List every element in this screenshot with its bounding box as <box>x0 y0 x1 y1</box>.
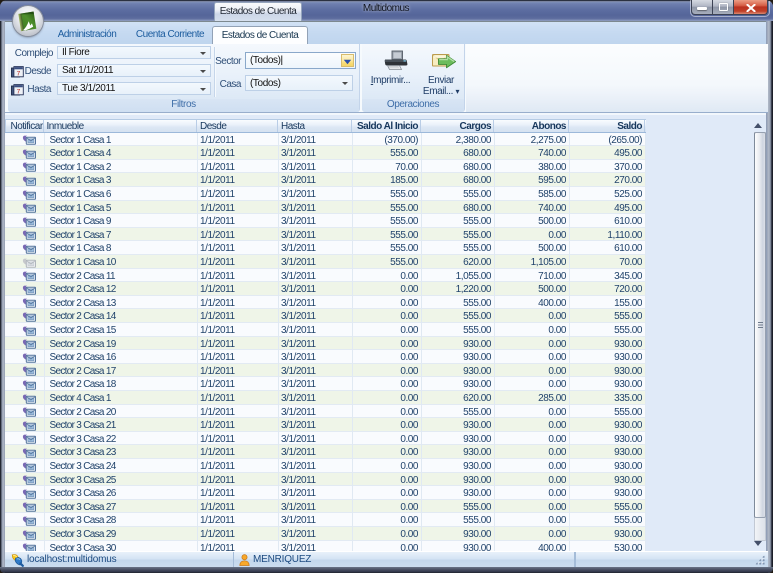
svg-text:7: 7 <box>17 89 21 96</box>
svg-text:7: 7 <box>17 71 21 78</box>
